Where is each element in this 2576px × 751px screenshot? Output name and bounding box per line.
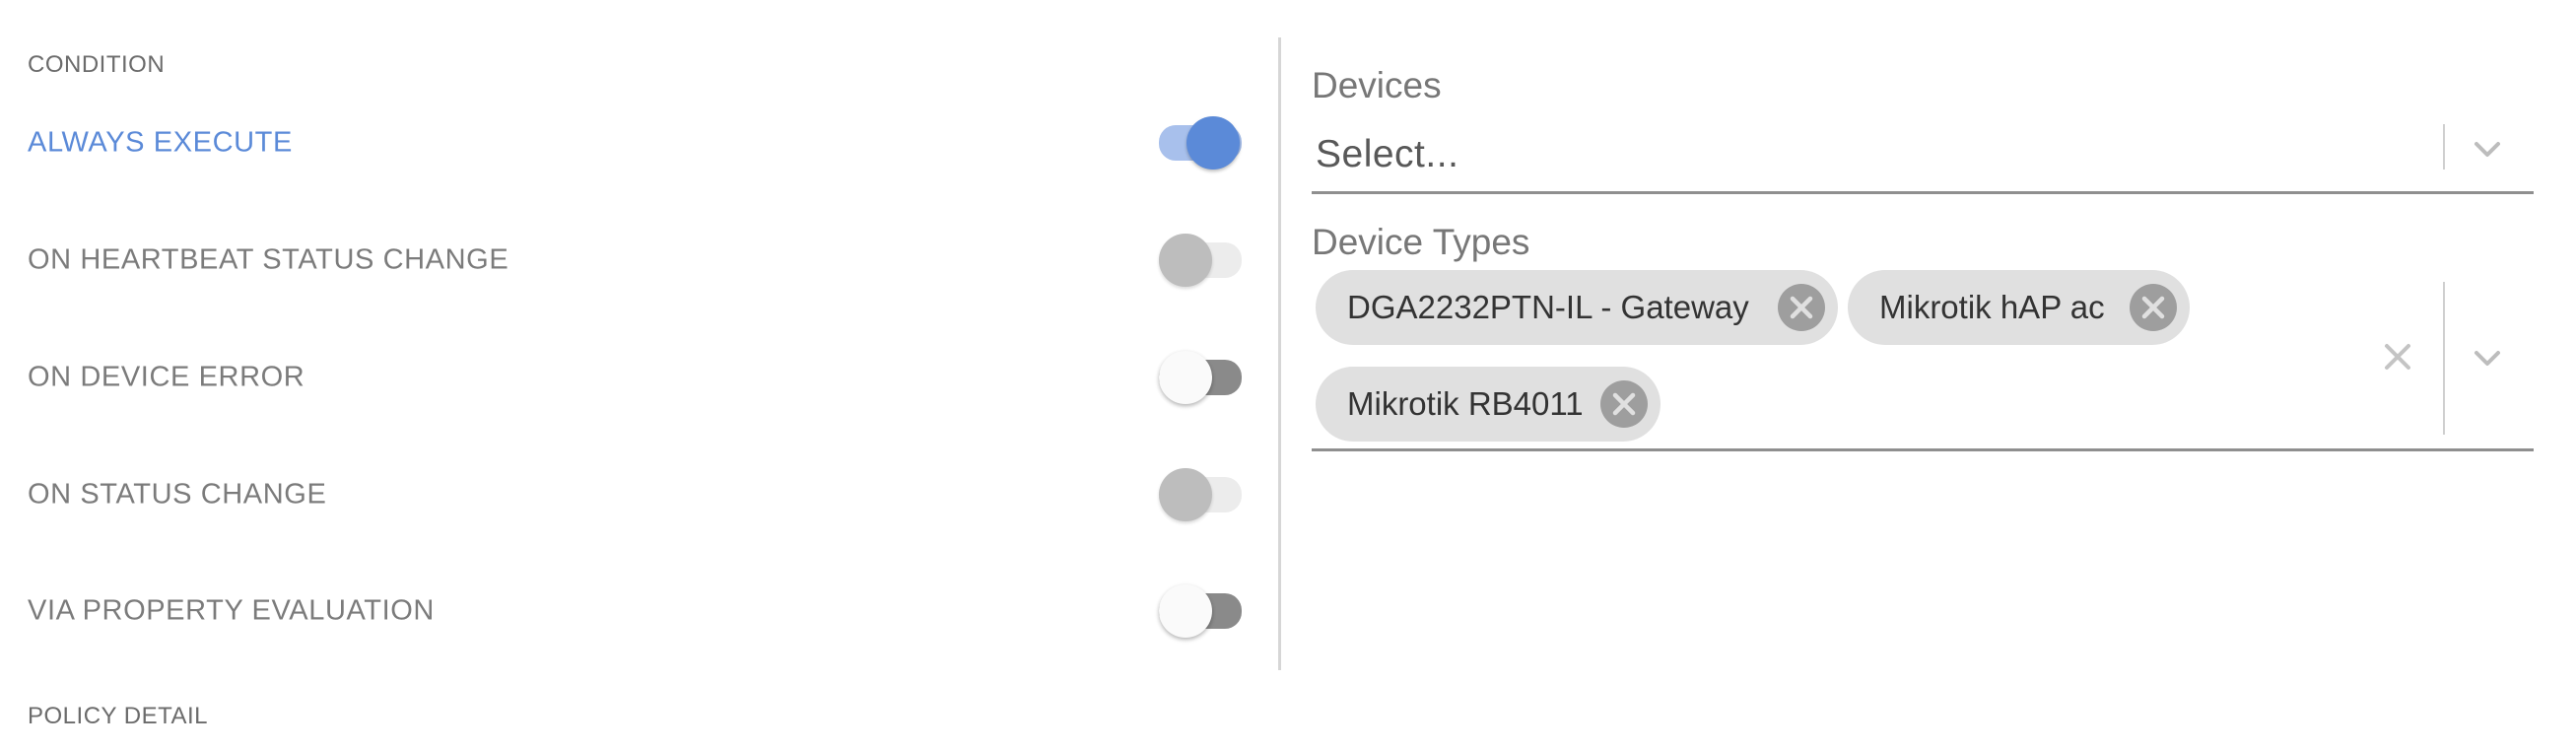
- close-icon[interactable]: [2378, 337, 2417, 376]
- condition-label: ALWAYS EXECUTE: [28, 126, 293, 159]
- circle-x-icon[interactable]: [1777, 283, 1826, 332]
- chip-label: Mikrotik RB4011: [1347, 385, 1584, 422]
- device-error-toggle[interactable]: [1129, 348, 1244, 407]
- device-type-chip: DGA2232PTN-IL - Gateway: [1316, 270, 1838, 345]
- condition-label: ON DEVICE ERROR: [28, 361, 305, 393]
- condition-row-always-execute: ALWAYS EXECUTE: [28, 113, 1242, 172]
- device-types-select[interactable]: DGA2232PTN-IL - Gateway Mikrotik hAP ac …: [1312, 268, 2534, 451]
- condition-label: ON HEARTBEAT STATUS CHANGE: [28, 243, 509, 276]
- device-types-label: Device Types: [1312, 222, 1530, 262]
- devices-label: Devices: [1312, 65, 1442, 105]
- status-change-toggle[interactable]: [1129, 465, 1244, 524]
- toggle-thumb: [1159, 234, 1212, 287]
- chevron-down-icon[interactable]: [2467, 337, 2508, 378]
- policy-detail-section-title: POLICY DETAIL: [28, 703, 209, 729]
- indicator-separator: [2443, 124, 2445, 170]
- condition-row-property-evaluation: VIA PROPERTY EVALUATION: [28, 581, 1242, 641]
- column-divider: [1278, 37, 1281, 670]
- circle-x-icon[interactable]: [2129, 283, 2178, 332]
- toggle-thumb: [1186, 116, 1240, 170]
- condition-row-device-error: ON DEVICE ERROR: [28, 348, 1242, 407]
- property-evaluation-toggle[interactable]: [1129, 581, 1244, 641]
- chip-label: DGA2232PTN-IL - Gateway: [1347, 289, 1749, 325]
- toggle-thumb: [1159, 351, 1212, 404]
- toggle-thumb: [1159, 584, 1212, 638]
- circle-x-icon[interactable]: [1599, 379, 1649, 429]
- heartbeat-status-change-toggle[interactable]: [1129, 231, 1244, 290]
- always-execute-toggle[interactable]: [1129, 113, 1244, 172]
- chip-label: Mikrotik hAP ac: [1879, 289, 2105, 325]
- condition-row-status-change: ON STATUS CHANGE: [28, 465, 1242, 524]
- devices-placeholder: Select...: [1316, 133, 1459, 175]
- devices-select[interactable]: Select...: [1312, 118, 2534, 194]
- condition-label: VIA PROPERTY EVALUATION: [28, 594, 435, 627]
- chevron-down-icon[interactable]: [2467, 128, 2508, 170]
- condition-section-title: CONDITION: [28, 51, 166, 78]
- indicator-separator: [2443, 282, 2445, 435]
- device-type-chip: Mikrotik RB4011: [1316, 367, 1661, 442]
- toggle-thumb: [1159, 468, 1212, 521]
- condition-label: ON STATUS CHANGE: [28, 478, 327, 511]
- condition-row-heartbeat-status-change: ON HEARTBEAT STATUS CHANGE: [28, 231, 1242, 290]
- device-type-chip: Mikrotik hAP ac: [1848, 270, 2190, 345]
